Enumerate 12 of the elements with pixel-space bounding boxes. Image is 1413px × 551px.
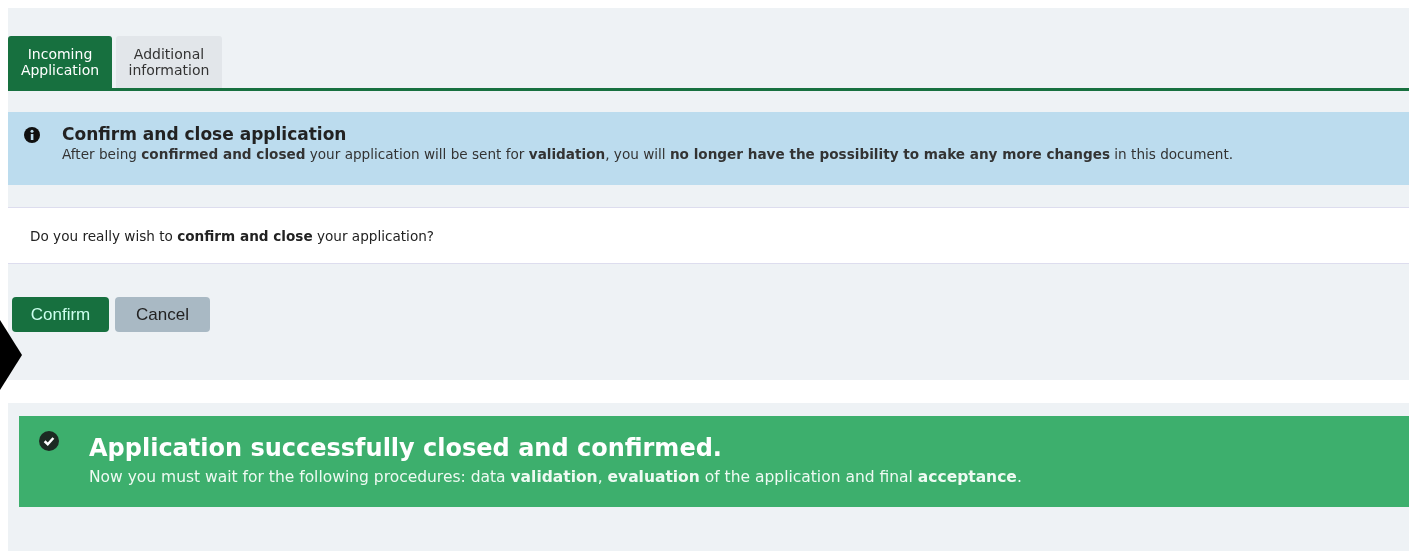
success-text: Now you must wait for the following procedures: data validation, evaluation of the application and final acceptance. xyxy=(89,467,1022,488)
info-text: After being confirmed and closed your application will be sent for validation, you will no longer have the possibility to make any more changes in this document. xyxy=(62,145,1234,164)
success-title: Application successfully closed and confirmed. xyxy=(89,433,723,464)
info-icon xyxy=(24,127,40,143)
question-text: Do you really wish to confirm and close your application? xyxy=(30,227,435,244)
arrow-pointer-icon xyxy=(0,320,22,390)
tab[interactable]: Incoming Application xyxy=(8,36,112,88)
cancel-button[interactable]: Cancel xyxy=(115,297,210,332)
info-title: Confirm and close application xyxy=(62,124,348,144)
tab[interactable]: Additional information xyxy=(116,36,222,88)
check-icon xyxy=(39,431,59,451)
confirm-button[interactable]: Confirm xyxy=(12,297,109,332)
